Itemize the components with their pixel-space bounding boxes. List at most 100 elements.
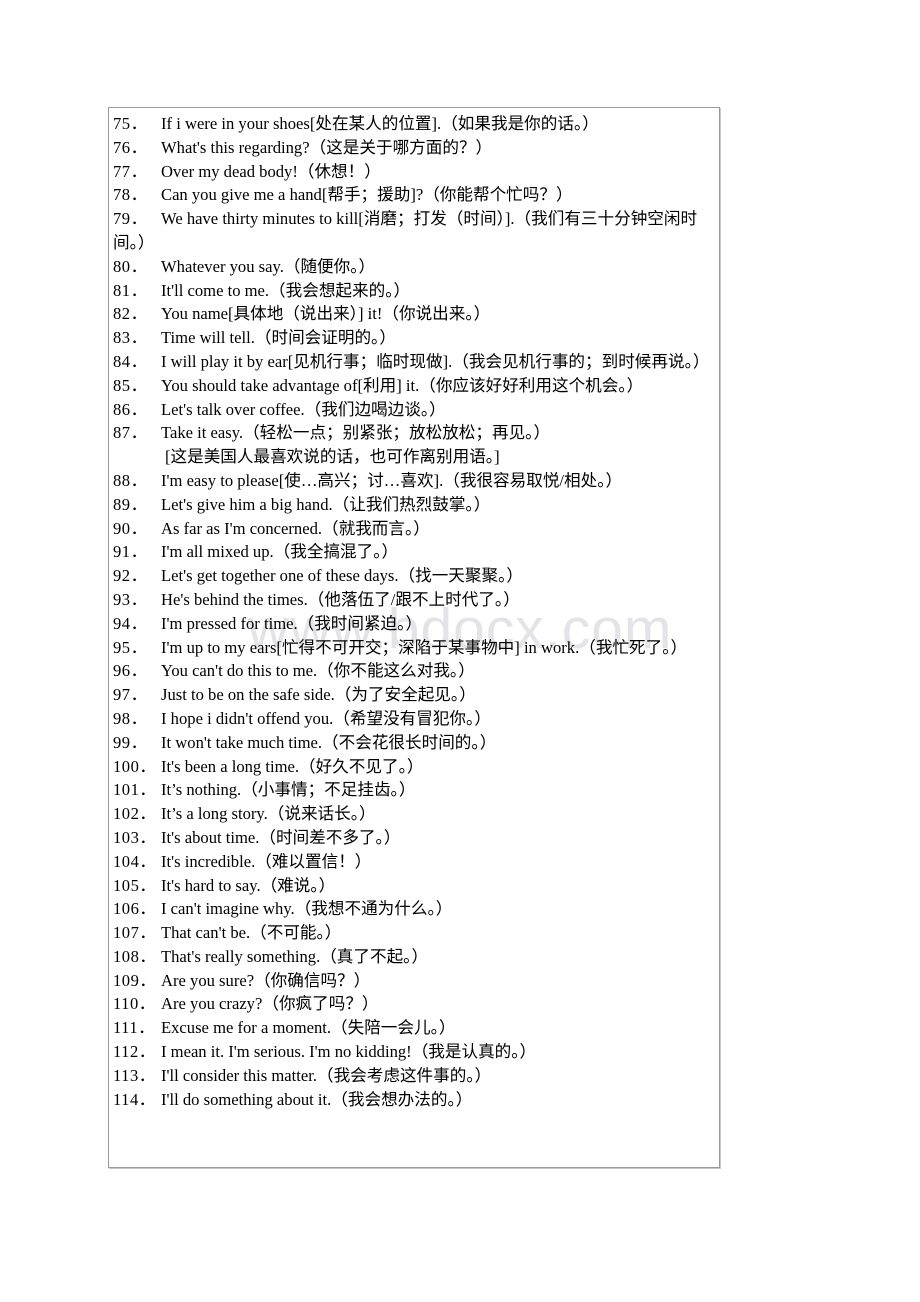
phrase-text: It’s nothing.（小事情；不足挂齿。）	[161, 780, 416, 800]
phrase-item: 96． You can't do this to me.（你不能这么对我。）	[113, 659, 713, 683]
phrase-item: 91． I'm all mixed up.（我全搞混了。）	[113, 540, 713, 564]
phrase-item: 103． It's about time.（时间差不多了。）	[113, 826, 713, 850]
phrase-note: [这是美国人最喜欢说的话，也可作离别用语。]	[165, 447, 500, 467]
phrase-number: 91．	[113, 542, 148, 562]
phrase-item: 89． Let's give him a big hand.（让我们热烈鼓掌。）	[113, 493, 713, 517]
phrase-text: I will play it by ear[见机行事；临时现做].（我会见机行事…	[161, 351, 710, 371]
phrase-item: 93． He's behind the times.（他落伍了/跟不上时代了。）	[113, 588, 713, 612]
phrase-number: 99．	[113, 732, 148, 752]
phrase-item: 105． It's hard to say.（难说。）	[113, 874, 713, 898]
phrase-text: I'll consider this matter.（我会考虑这件事的。）	[161, 1065, 492, 1085]
phrase-number: 88．	[113, 470, 148, 490]
phrase-text: We have thirty minutes to kill[消磨；打发（时间）…	[113, 209, 698, 252]
phrase-text: It’s a long story.（说来话长。）	[161, 804, 376, 824]
phrase-table-frame: 75． If i were in your shoes[处在某人的位置].（如果我…	[108, 107, 720, 1168]
phrase-item: 97． Just to be on the safe side.（为了安全起见。）	[113, 683, 713, 707]
phrase-text: It's hard to say.（难说。）	[161, 875, 336, 895]
phrase-item: 94． I'm pressed for time.（我时间紧迫。）	[113, 612, 713, 636]
phrase-text: He's behind the times.（他落伍了/跟不上时代了。）	[161, 589, 520, 609]
phrase-text: I'm easy to please[使…高兴；讨…喜欢].（我很容易取悦/相处…	[161, 470, 623, 490]
phrase-text: If i were in your shoes[处在某人的位置].（如果我是你的…	[161, 114, 599, 133]
phrase-text: I'm up to my ears[忙得不可开交；深陷于某事物中] in wor…	[161, 637, 688, 657]
phrase-text: It won't take much time.（不会花很长时间的。）	[161, 732, 497, 752]
phrase-item: 75． If i were in your shoes[处在某人的位置].（如果我…	[113, 112, 713, 136]
phrase-text: That's really something.（真了不起。）	[161, 946, 429, 966]
phrase-item: 108． That's really something.（真了不起。）	[113, 945, 713, 969]
phrase-number: 103．	[113, 827, 157, 847]
phrase-text: You can't do this to me.（你不能这么对我。）	[161, 661, 475, 681]
phrase-text: I'm all mixed up.（我全搞混了。）	[161, 542, 399, 562]
phrase-text: I can't imagine why.（我想不通为什么。）	[161, 899, 453, 919]
phrase-number: 106．	[113, 899, 157, 919]
phrase-item: 114． I'll do something about it.（我会想办法的。）	[113, 1088, 713, 1112]
phrase-number: 83．	[113, 328, 148, 348]
phrase-number: 101．	[113, 780, 157, 800]
phrase-text: Let's get together one of these days.（找一…	[161, 566, 523, 586]
phrase-item: 85． You should take advantage of[利用] it.（…	[113, 374, 713, 398]
phrase-item: 77． Over my dead body!（休想！）	[113, 160, 713, 184]
phrase-number: 84．	[113, 351, 148, 371]
phrase-number: 92．	[113, 566, 148, 586]
phrase-number: 80．	[113, 256, 148, 276]
phrase-number: 110．	[113, 994, 156, 1014]
phrase-number: 112．	[113, 1042, 156, 1062]
phrase-item: 82． You name[具体地（说出来）] it!（你说出来。）	[113, 302, 713, 326]
phrase-item: 79． We have thirty minutes to kill[消磨；打发（…	[113, 207, 713, 255]
phrase-item: 102． It’s a long story.（说来话长。）	[113, 802, 713, 826]
phrase-item: 107． That can't be.（不可能。）	[113, 921, 713, 945]
phrase-item: 100． It's been a long time.（好久不见了。）	[113, 755, 713, 779]
phrase-text: I mean it. I'm serious. I'm no kidding!（…	[161, 1042, 537, 1062]
phrase-item: 106． I can't imagine why.（我想不通为什么。）	[113, 897, 713, 921]
phrase-text: Are you crazy?（你疯了吗？）	[161, 994, 379, 1014]
phrase-number: 104．	[113, 851, 157, 871]
phrase-text: I hope i didn't offend you.（希望没有冒犯你。）	[161, 708, 491, 728]
phrase-number: 82．	[113, 304, 148, 324]
phrase-number: 105．	[113, 875, 157, 895]
phrase-number: 114．	[113, 1089, 156, 1109]
phrase-text: It's been a long time.（好久不见了。）	[161, 756, 424, 776]
phrase-item: 95． I'm up to my ears[忙得不可开交；深陷于某事物中] in …	[113, 636, 713, 660]
phrase-number: 81．	[113, 280, 148, 300]
phrase-number: 95．	[113, 637, 148, 657]
phrase-item: 101． It’s nothing.（小事情；不足挂齿。）	[113, 778, 713, 802]
phrase-text: It'll come to me.（我会想起来的。）	[161, 280, 411, 300]
phrase-number: 97．	[113, 685, 148, 705]
phrase-text: I'm pressed for time.（我时间紧迫。）	[161, 613, 423, 633]
phrase-number: 86．	[113, 399, 148, 419]
phrase-number: 77．	[113, 161, 148, 181]
phrase-number: 85．	[113, 375, 148, 395]
phrase-number: 109．	[113, 970, 157, 990]
phrase-text: Over my dead body!（休想！）	[161, 161, 381, 181]
phrase-item: 92． Let's get together one of these days.…	[113, 564, 713, 588]
phrase-text: Whatever you say.（随便你。）	[161, 256, 376, 276]
phrase-number: 75．	[113, 114, 148, 133]
phrase-number: 90．	[113, 518, 148, 538]
phrase-number: 93．	[113, 589, 148, 609]
phrase-number: 113．	[113, 1065, 156, 1085]
phrase-item: 84． I will play it by ear[见机行事；临时现做].（我会见…	[113, 350, 713, 374]
phrase-text: Let's give him a big hand.（让我们热烈鼓掌。）	[161, 494, 491, 514]
phrase-item: 112． I mean it. I'm serious. I'm no kiddi…	[113, 1040, 713, 1064]
phrase-item: 104． It's incredible.（难以置信！）	[113, 850, 713, 874]
phrase-number: 76．	[113, 137, 148, 157]
phrase-text: Time will tell.（时间会证明的。）	[161, 328, 396, 348]
phrase-item: 76． What's this regarding?（这是关于哪方面的？）	[113, 136, 713, 160]
phrase-text: Let's talk over coffee.（我们边喝边谈。）	[161, 399, 446, 419]
phrase-number: 79．	[113, 209, 148, 229]
phrase-number: 87．	[113, 423, 148, 443]
phrase-text: As far as I'm concerned.（就我而言。）	[161, 518, 430, 538]
phrase-item: 81． It'll come to me.（我会想起来的。）	[113, 279, 713, 303]
phrase-text: You name[具体地（说出来）] it!（你说出来。）	[161, 304, 491, 324]
phrase-item: 78． Can you give me a hand[帮手；援助]?（你能帮个忙吗…	[113, 183, 713, 207]
phrase-number: 107．	[113, 923, 157, 943]
phrase-text: Take it easy.（轻松一点；别紧张；放松放松；再见。）	[161, 423, 551, 443]
phrase-number: 102．	[113, 804, 157, 824]
phrase-number: 98．	[113, 708, 148, 728]
phrase-text: It's incredible.（难以置信！）	[161, 851, 372, 871]
phrase-item: 99． It won't take much time.（不会花很长时间的。）	[113, 731, 713, 755]
phrase-item: 80． Whatever you say.（随便你。）	[113, 255, 713, 279]
phrase-list: 75． If i were in your shoes[处在某人的位置].（如果我…	[109, 108, 719, 1116]
phrase-item: 86． Let's talk over coffee.（我们边喝边谈。）	[113, 398, 713, 422]
phrase-item: 83． Time will tell.（时间会证明的。）	[113, 326, 713, 350]
phrase-number: 89．	[113, 494, 148, 514]
